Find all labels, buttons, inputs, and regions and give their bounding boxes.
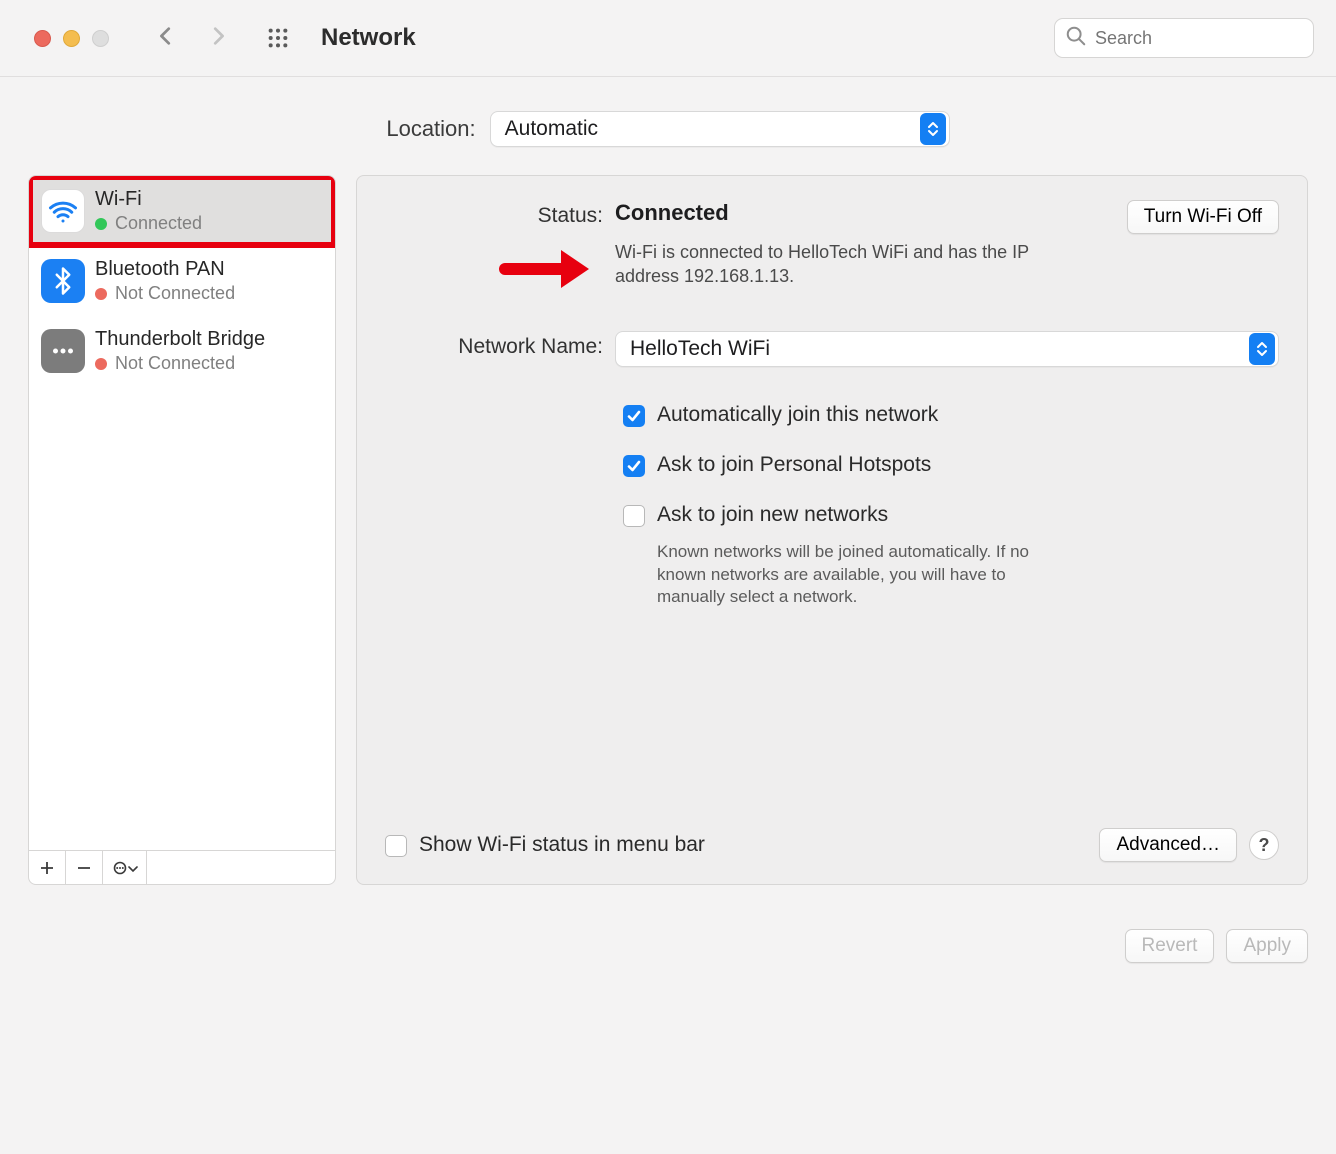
ask-hotspots-checkbox[interactable] xyxy=(623,455,645,477)
service-item-thunderbolt-bridge[interactable]: Thunderbolt Bridge Not Connected xyxy=(29,316,335,386)
window-controls xyxy=(34,30,109,47)
network-name-label: Network Name: xyxy=(385,331,615,359)
status-label: Status: xyxy=(385,200,615,228)
minimize-window-button[interactable] xyxy=(63,30,80,47)
service-name: Bluetooth PAN xyxy=(95,258,235,281)
thunderbolt-icon xyxy=(41,329,85,373)
ask-new-networks-label: Ask to join new networks xyxy=(657,503,1057,527)
service-options-button[interactable] xyxy=(103,851,147,884)
annotation-arrow-icon xyxy=(499,244,589,298)
show-menubar-label: Show Wi-Fi status in menu bar xyxy=(419,833,705,857)
status-dot-icon xyxy=(95,358,107,370)
search-field[interactable] xyxy=(1054,18,1314,58)
location-value: Automatic xyxy=(491,117,598,141)
footer-buttons: Revert Apply xyxy=(0,905,1336,993)
search-input[interactable] xyxy=(1093,27,1329,50)
remove-service-button[interactable] xyxy=(66,851,103,884)
search-icon xyxy=(1065,25,1093,51)
ask-new-networks-checkbox[interactable] xyxy=(623,505,645,527)
auto-join-checkbox[interactable] xyxy=(623,405,645,427)
window-title: Network xyxy=(321,24,416,52)
show-menubar-checkbox[interactable] xyxy=(385,835,407,857)
bluetooth-icon xyxy=(41,259,85,303)
toolbar: Network xyxy=(0,0,1336,77)
detail-panel: Status: Connected Wi-Fi is connected to … xyxy=(356,175,1308,885)
ask-hotspots-label: Ask to join Personal Hotspots xyxy=(657,453,931,477)
service-name: Wi-Fi xyxy=(95,188,202,211)
turn-wifi-off-button[interactable]: Turn Wi-Fi Off xyxy=(1127,200,1279,234)
help-button[interactable]: ? xyxy=(1249,830,1279,860)
revert-button[interactable]: Revert xyxy=(1125,929,1215,963)
show-all-button[interactable] xyxy=(267,27,289,49)
add-service-button[interactable] xyxy=(29,851,66,884)
advanced-button[interactable]: Advanced… xyxy=(1099,828,1237,862)
apply-button[interactable]: Apply xyxy=(1226,929,1308,963)
ask-new-networks-note: Known networks will be joined automatica… xyxy=(657,541,1057,610)
wifi-icon xyxy=(41,189,85,233)
status-value: Connected xyxy=(615,200,1115,226)
service-item-wifi[interactable]: Wi-Fi Connected xyxy=(29,176,335,246)
zoom-window-button[interactable] xyxy=(92,30,109,47)
status-dot-icon xyxy=(95,218,107,230)
forward-button[interactable] xyxy=(207,22,229,54)
network-name-value: HelloTech WiFi xyxy=(616,337,770,361)
service-status: Connected xyxy=(115,213,202,234)
service-name: Thunderbolt Bridge xyxy=(95,328,265,351)
status-dot-icon xyxy=(95,288,107,300)
status-description: Wi-Fi is connected to HelloTech WiFi and… xyxy=(615,240,1035,289)
service-status: Not Connected xyxy=(115,353,235,374)
location-select[interactable]: Automatic xyxy=(490,111,950,147)
location-row: Location: Automatic xyxy=(0,77,1336,175)
service-item-bluetooth-pan[interactable]: Bluetooth PAN Not Connected xyxy=(29,246,335,316)
back-button[interactable] xyxy=(155,22,177,54)
auto-join-label: Automatically join this network xyxy=(657,403,938,427)
close-window-button[interactable] xyxy=(34,30,51,47)
service-status: Not Connected xyxy=(115,283,235,304)
network-name-select[interactable]: HelloTech WiFi xyxy=(615,331,1279,367)
location-label: Location: xyxy=(386,116,475,142)
select-stepper-icon xyxy=(1249,333,1275,365)
select-stepper-icon xyxy=(920,113,946,145)
service-list: Wi-Fi Connected Bluetooth PAN Not Connec… xyxy=(28,175,336,885)
service-list-actions xyxy=(29,850,335,884)
